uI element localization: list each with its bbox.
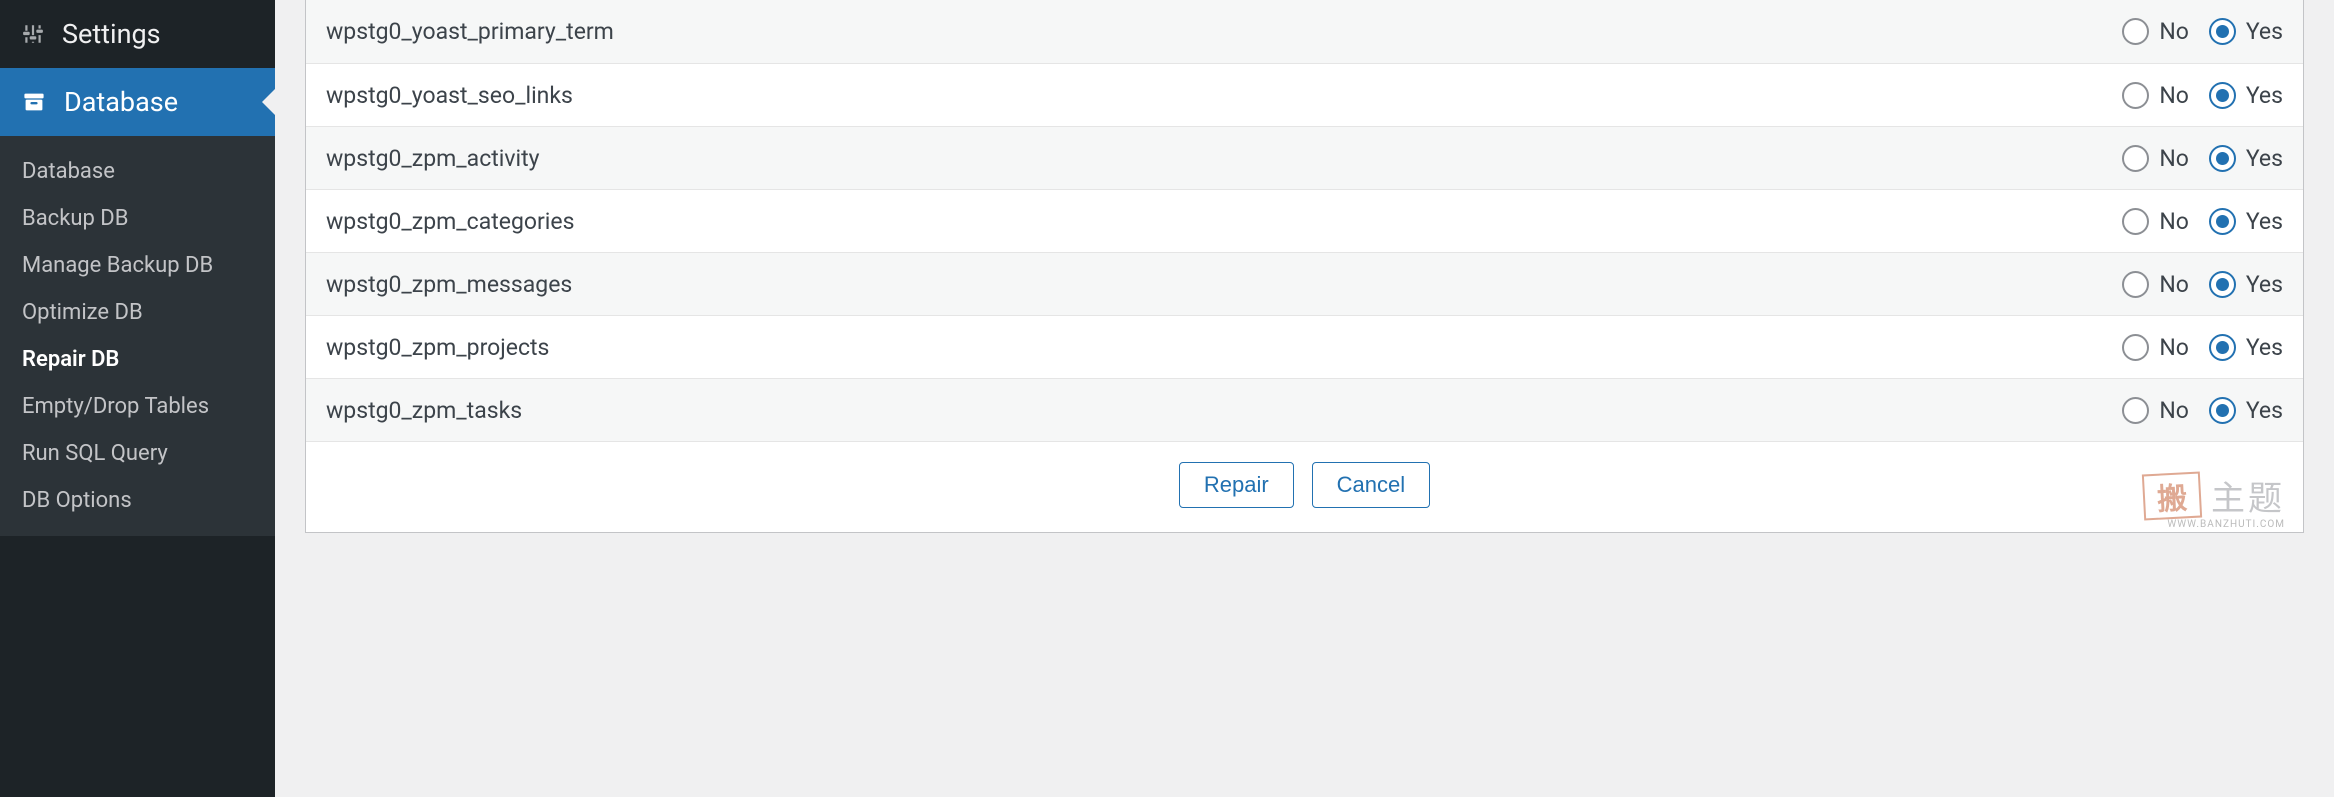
sidebar-submenu: Database Backup DB Manage Backup DB Optimiz…	[0, 136, 275, 536]
option-no[interactable]: No	[2122, 271, 2189, 298]
table-name: wpstg0_yoast_primary_term	[326, 18, 2122, 45]
table-name: wpstg0_zpm_tasks	[326, 397, 2122, 424]
main-content: wpstg0_yoast_primary_termNoYeswpstg0_yoa…	[275, 0, 2334, 797]
sidebar-item-optimize-db[interactable]: Optimize DB	[0, 289, 275, 336]
option-no[interactable]: No	[2122, 208, 2189, 235]
sidebar-section-label: Database	[64, 86, 178, 118]
sidebar-item-label: Optimize DB	[22, 300, 143, 325]
table-row: wpstg0_yoast_primary_term No Yes	[306, 0, 2303, 63]
option-label: No	[2159, 82, 2189, 109]
option-no[interactable]: No	[2122, 145, 2189, 172]
sidebar-item-label: Repair DB	[22, 347, 119, 372]
radio-yes[interactable]	[2209, 208, 2236, 235]
option-yes[interactable]: Yes	[2209, 82, 2283, 109]
table-row: wpstg0_zpm_messages No Yes	[306, 252, 2303, 315]
sidebar-item-label: Settings	[62, 18, 161, 50]
sidebar-item-run-sql-query[interactable]: Run SQL Query	[0, 430, 275, 477]
watermark-stamp: 搬	[2142, 471, 2202, 520]
watermark-url: WWW.BANZHUTI.COM	[2167, 519, 2285, 530]
admin-sidebar: Settings Database Database Backup DB Manag…	[0, 0, 275, 797]
radio-no[interactable]	[2122, 145, 2149, 172]
table-name: wpstg0_zpm_projects	[326, 334, 2122, 361]
sidebar-item-label: Manage Backup DB	[22, 253, 213, 278]
sidebar-item-db-options[interactable]: DB Options	[0, 477, 275, 524]
radio-yes[interactable]	[2209, 397, 2236, 424]
option-label: No	[2159, 18, 2189, 45]
sidebar-item-database[interactable]: Database	[0, 148, 275, 195]
option-no[interactable]: No	[2122, 334, 2189, 361]
archive-icon	[22, 90, 46, 114]
option-no[interactable]: No	[2122, 82, 2189, 109]
radio-yes[interactable]	[2209, 145, 2236, 172]
radio-no[interactable]	[2122, 208, 2149, 235]
option-label: No	[2159, 145, 2189, 172]
repair-options: No Yes	[2122, 334, 2283, 361]
radio-no[interactable]	[2122, 271, 2149, 298]
sidebar-item-label: Database	[22, 159, 115, 184]
repair-options: No Yes	[2122, 18, 2283, 45]
radio-yes[interactable]	[2209, 82, 2236, 109]
watermark: 搬 主题	[2143, 471, 2285, 520]
sidebar-item-label: Empty/Drop Tables	[22, 394, 209, 419]
option-label: Yes	[2246, 271, 2283, 298]
action-bar: Repair Cancel 搬 主题 WWW.BANZHUTI.COM	[306, 441, 2303, 532]
option-label: Yes	[2246, 334, 2283, 361]
watermark-text: 主题	[2211, 471, 2285, 520]
sidebar-item-backup-db[interactable]: Backup DB	[0, 195, 275, 242]
option-label: No	[2159, 334, 2189, 361]
option-label: No	[2159, 271, 2189, 298]
sidebar-section-database[interactable]: Database	[0, 68, 275, 136]
option-label: Yes	[2246, 397, 2283, 424]
option-label: No	[2159, 397, 2189, 424]
option-yes[interactable]: Yes	[2209, 397, 2283, 424]
repair-button[interactable]: Repair	[1179, 462, 1294, 508]
radio-yes[interactable]	[2209, 18, 2236, 45]
sidebar-item-settings[interactable]: Settings	[0, 0, 275, 68]
option-yes[interactable]: Yes	[2209, 271, 2283, 298]
option-label: Yes	[2246, 82, 2283, 109]
table-row: wpstg0_zpm_projects No Yes	[306, 315, 2303, 378]
repair-options: No Yes	[2122, 397, 2283, 424]
table-name: wpstg0_zpm_activity	[326, 145, 2122, 172]
radio-no[interactable]	[2122, 82, 2149, 109]
cancel-button[interactable]: Cancel	[1312, 462, 1430, 508]
repair-db-panel: wpstg0_yoast_primary_termNoYeswpstg0_yoa…	[305, 0, 2304, 533]
radio-no[interactable]	[2122, 18, 2149, 45]
table-row: wpstg0_zpm_tasks No Yes	[306, 378, 2303, 441]
sidebar-item-label: DB Options	[22, 488, 132, 513]
option-label: Yes	[2246, 208, 2283, 235]
repair-options: No Yes	[2122, 208, 2283, 235]
table-row: wpstg0_zpm_activity No Yes	[306, 126, 2303, 189]
repair-options: No Yes	[2122, 271, 2283, 298]
option-yes[interactable]: Yes	[2209, 334, 2283, 361]
option-label: No	[2159, 208, 2189, 235]
table-row: wpstg0_zpm_categories No Yes	[306, 189, 2303, 252]
option-label: Yes	[2246, 18, 2283, 45]
sidebar-item-label: Backup DB	[22, 206, 128, 231]
table-name: wpstg0_yoast_seo_links	[326, 82, 2122, 109]
table-name: wpstg0_zpm_categories	[326, 208, 2122, 235]
sliders-icon	[22, 23, 44, 45]
radio-no[interactable]	[2122, 334, 2149, 361]
option-yes[interactable]: Yes	[2209, 208, 2283, 235]
sidebar-item-manage-backup-db[interactable]: Manage Backup DB	[0, 242, 275, 289]
radio-yes[interactable]	[2209, 334, 2236, 361]
option-no[interactable]: No	[2122, 18, 2189, 45]
repair-options: No Yes	[2122, 145, 2283, 172]
sidebar-item-repair-db[interactable]: Repair DB	[0, 336, 275, 383]
table-row: wpstg0_yoast_seo_links No Yes	[306, 63, 2303, 126]
option-label: Yes	[2246, 145, 2283, 172]
radio-no[interactable]	[2122, 397, 2149, 424]
option-yes[interactable]: Yes	[2209, 145, 2283, 172]
option-yes[interactable]: Yes	[2209, 18, 2283, 45]
sidebar-item-empty-drop-tables[interactable]: Empty/Drop Tables	[0, 383, 275, 430]
radio-yes[interactable]	[2209, 271, 2236, 298]
option-no[interactable]: No	[2122, 397, 2189, 424]
repair-options: No Yes	[2122, 82, 2283, 109]
sidebar-item-label: Run SQL Query	[22, 441, 168, 466]
table-name: wpstg0_zpm_messages	[326, 271, 2122, 298]
